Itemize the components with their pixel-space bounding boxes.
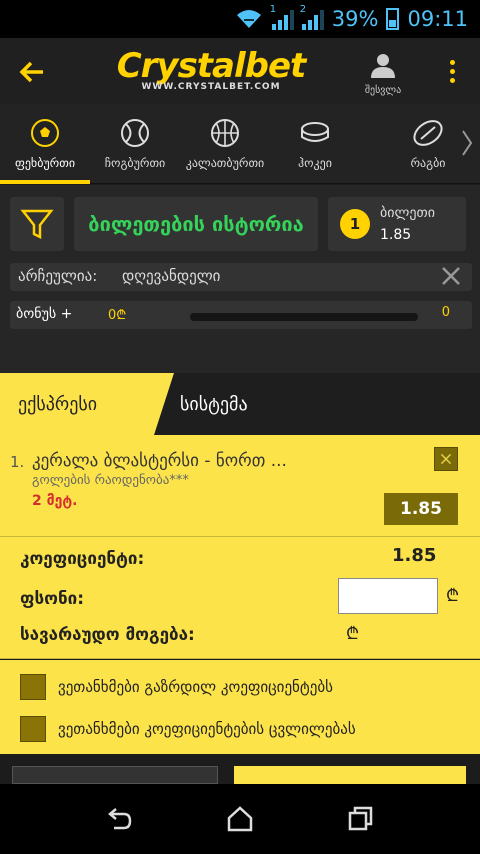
tab-tennis-label: ჩოგბურთი	[104, 156, 166, 170]
filter-button[interactable]	[10, 197, 64, 251]
bonus-amount: 0₾	[108, 308, 127, 323]
android-nav-bar	[0, 784, 480, 854]
wifi-icon	[236, 10, 261, 28]
tab-tennis[interactable]: ჩოგბურთი	[90, 104, 180, 184]
logo-text: Crystalbet	[116, 46, 307, 86]
period-value: დღევანდელი	[122, 267, 221, 285]
remove-selection-icon[interactable]	[434, 447, 458, 471]
secondary-action-button[interactable]	[12, 766, 218, 784]
selection-odd-value: 1.85	[400, 499, 442, 519]
agree-odds-change-label: ვეთანხმები კოეფიციენტების ცვლილებას	[58, 720, 356, 738]
coefficient-value: 1.85	[392, 545, 437, 566]
period-label: არჩეულია:	[18, 267, 98, 285]
tab-rugby-label: რაგბი	[410, 156, 446, 170]
sports-tabs: ფეხბურთი ჩოგბურთი კალათბურთი ჰოკეი რაგბი	[0, 104, 480, 184]
selection-odd: 1.85	[384, 493, 458, 525]
betslip-controls: ბილეთების ისტორია 1 ბილეთი 1.85 არჩეულია…	[0, 185, 480, 373]
bonus-progress-bar	[190, 313, 418, 321]
signal-sim2-icon: 2	[300, 4, 324, 30]
tab-hockey-label: ჰოკეი	[298, 156, 332, 170]
back-arrow-icon[interactable]	[18, 58, 46, 86]
agree-odds-change-checkbox[interactable]	[20, 716, 46, 742]
period-filter[interactable]: არჩეულია: დღევანდელი	[10, 263, 472, 291]
stake-label: ფსონი:	[20, 589, 85, 609]
bet-selection-item: 1. კერალა ბლასტერსი - ნორთ ... გოლების რ…	[0, 435, 480, 537]
nav-recents-icon[interactable]	[345, 804, 375, 834]
tab-express[interactable]: ექსპრესი	[0, 373, 174, 435]
sim2-label: 2	[299, 4, 307, 15]
stake-currency: ₾	[446, 586, 460, 606]
match-teams: კერალა ბლასტერსი - ნორთ ...	[32, 451, 287, 471]
crystalbet-logo[interactable]: Crystalbet WWW.CRYSTALBET.COM	[104, 48, 318, 92]
tennis-ball-icon	[121, 119, 149, 147]
login-button[interactable]: შესვლა	[358, 52, 408, 96]
chevron-right-icon[interactable]	[460, 128, 474, 158]
hockey-puck-icon	[301, 122, 329, 142]
more-menu-icon[interactable]	[446, 58, 458, 86]
funnel-icon	[20, 209, 54, 240]
tab-soccer-label: ფეხბურთი	[14, 156, 76, 170]
action-buttons-row	[0, 754, 480, 784]
place-bet-button[interactable]	[234, 766, 466, 784]
tab-basketball[interactable]: კალათბურთი	[180, 104, 270, 184]
status-bar: 1 2 39% 09:11	[0, 0, 480, 38]
app-header: Crystalbet WWW.CRYSTALBET.COM შესვლა	[0, 38, 480, 104]
tab-system-label: სისტემა	[180, 393, 248, 415]
coefficient-label: კოეფიციენტი:	[20, 549, 145, 569]
signal-sim1-icon: 1	[270, 4, 294, 30]
clock: 09:11	[407, 7, 468, 31]
agree-increased-odds-label: ვეთანხმები გაზრდილ კოეფიციენტებს	[58, 678, 333, 696]
ticket-count-badge: 1	[340, 209, 370, 239]
battery-percent: 39%	[331, 7, 379, 31]
soccer-ball-icon	[31, 119, 59, 147]
ticket-history-label: ბილეთების ისტორია	[88, 212, 304, 236]
agree-increased-odds-checkbox[interactable]	[20, 674, 46, 700]
bet-summary: კოეფიციენტი: 1.85 ფსონი: ₾ სავარაუდო მოგ…	[0, 537, 480, 659]
battery-icon	[386, 8, 400, 30]
ticket-odd: 1.85	[380, 227, 412, 243]
tab-soccer[interactable]: ფეხბურთი	[0, 104, 90, 184]
ticket-history-button[interactable]: ბილეთების ისტორია	[74, 197, 318, 251]
bonus-row: ბონუს + 0₾ 0	[10, 301, 472, 329]
tab-express-label: ექსპრესი	[18, 393, 98, 415]
bonus-label: ბონუს +	[16, 306, 73, 322]
ticket-label: ბილეთი	[380, 205, 435, 221]
bet-type-tabs: ექსპრესი სისტემა	[0, 373, 480, 435]
ticket-summary-button[interactable]: 1 ბილეთი 1.85	[328, 197, 466, 251]
selection-number: 1.	[10, 453, 25, 471]
nav-home-icon[interactable]	[225, 804, 255, 834]
nav-back-icon[interactable]	[104, 804, 134, 834]
basketball-icon	[211, 119, 239, 147]
potential-win-currency: ₾	[346, 624, 360, 644]
clear-period-icon[interactable]	[440, 265, 462, 287]
potential-win-label: სავარაუდო მოგება:	[20, 625, 195, 645]
selection-outcome: 2 მეტ.	[32, 493, 78, 509]
agreements: ვეთანხმები გაზრდილ კოეფიციენტებს ვეთანხმ…	[0, 660, 480, 754]
market-name: გოლების რაოდენობა***	[32, 473, 189, 488]
sim1-label: 1	[269, 4, 277, 15]
tab-hockey[interactable]: ჰოკეი	[270, 104, 360, 184]
stake-input[interactable]	[338, 578, 438, 614]
rugby-ball-icon	[413, 120, 443, 146]
screen: 1 2 39% 09:11 Crystalbet WWW.CRYSTALBET.…	[0, 0, 480, 854]
login-label: შესვლა	[364, 85, 402, 96]
bonus-count: 0	[441, 305, 450, 320]
tab-system[interactable]: სისტემა	[180, 373, 248, 435]
tab-basketball-label: კალათბურთი	[185, 156, 265, 170]
user-icon	[371, 54, 395, 78]
